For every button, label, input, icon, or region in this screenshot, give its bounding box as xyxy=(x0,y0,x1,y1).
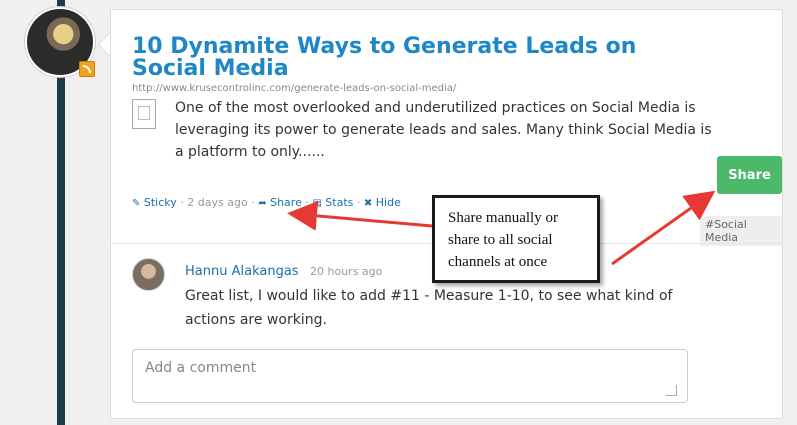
stats-icon: ▤ xyxy=(312,198,322,209)
separator: · xyxy=(305,196,309,209)
commenter-avatar[interactable] xyxy=(132,258,165,291)
post-age: 2 days ago xyxy=(187,196,248,209)
rss-icon xyxy=(79,61,95,77)
share-icon: ➦ xyxy=(258,198,267,209)
separator: · xyxy=(180,196,184,209)
topic-tag[interactable]: #Social Media xyxy=(700,216,782,246)
stats-link[interactable]: Stats xyxy=(325,196,353,209)
resize-grip-icon[interactable] xyxy=(666,385,677,396)
sticky-link[interactable]: Sticky xyxy=(144,196,177,209)
comment-placeholder: Add a comment xyxy=(145,360,257,376)
post-url[interactable]: http://www.krusecontrolinc.com/generate-… xyxy=(132,83,456,94)
sticky-icon: ✎ xyxy=(132,198,141,209)
hide-icon: ✖ xyxy=(363,198,373,209)
comment-input[interactable]: Add a comment xyxy=(132,349,688,403)
post-actions: ✎ Sticky · 2 days ago · ➦ Share · ▤ Stat… xyxy=(132,196,401,209)
separator: · xyxy=(251,196,255,209)
share-link[interactable]: Share xyxy=(270,196,302,209)
post-thumbnail[interactable] xyxy=(132,99,156,129)
separator: · xyxy=(356,196,361,209)
post-title[interactable]: 10 Dynamite Ways to Generate Leads on So… xyxy=(132,36,712,80)
comment-text: Great list, I would like to add #11 - Me… xyxy=(185,288,673,328)
share-button[interactable]: Share xyxy=(717,156,782,194)
annotation-callout: Share manually or share to all social ch… xyxy=(432,195,600,283)
post-excerpt: One of the most overlooked and underutil… xyxy=(175,100,712,160)
comment-time: 20 hours ago xyxy=(310,265,383,278)
comment-author[interactable]: Hannu Alakangas xyxy=(185,264,299,279)
hide-link[interactable]: Hide xyxy=(376,196,401,209)
